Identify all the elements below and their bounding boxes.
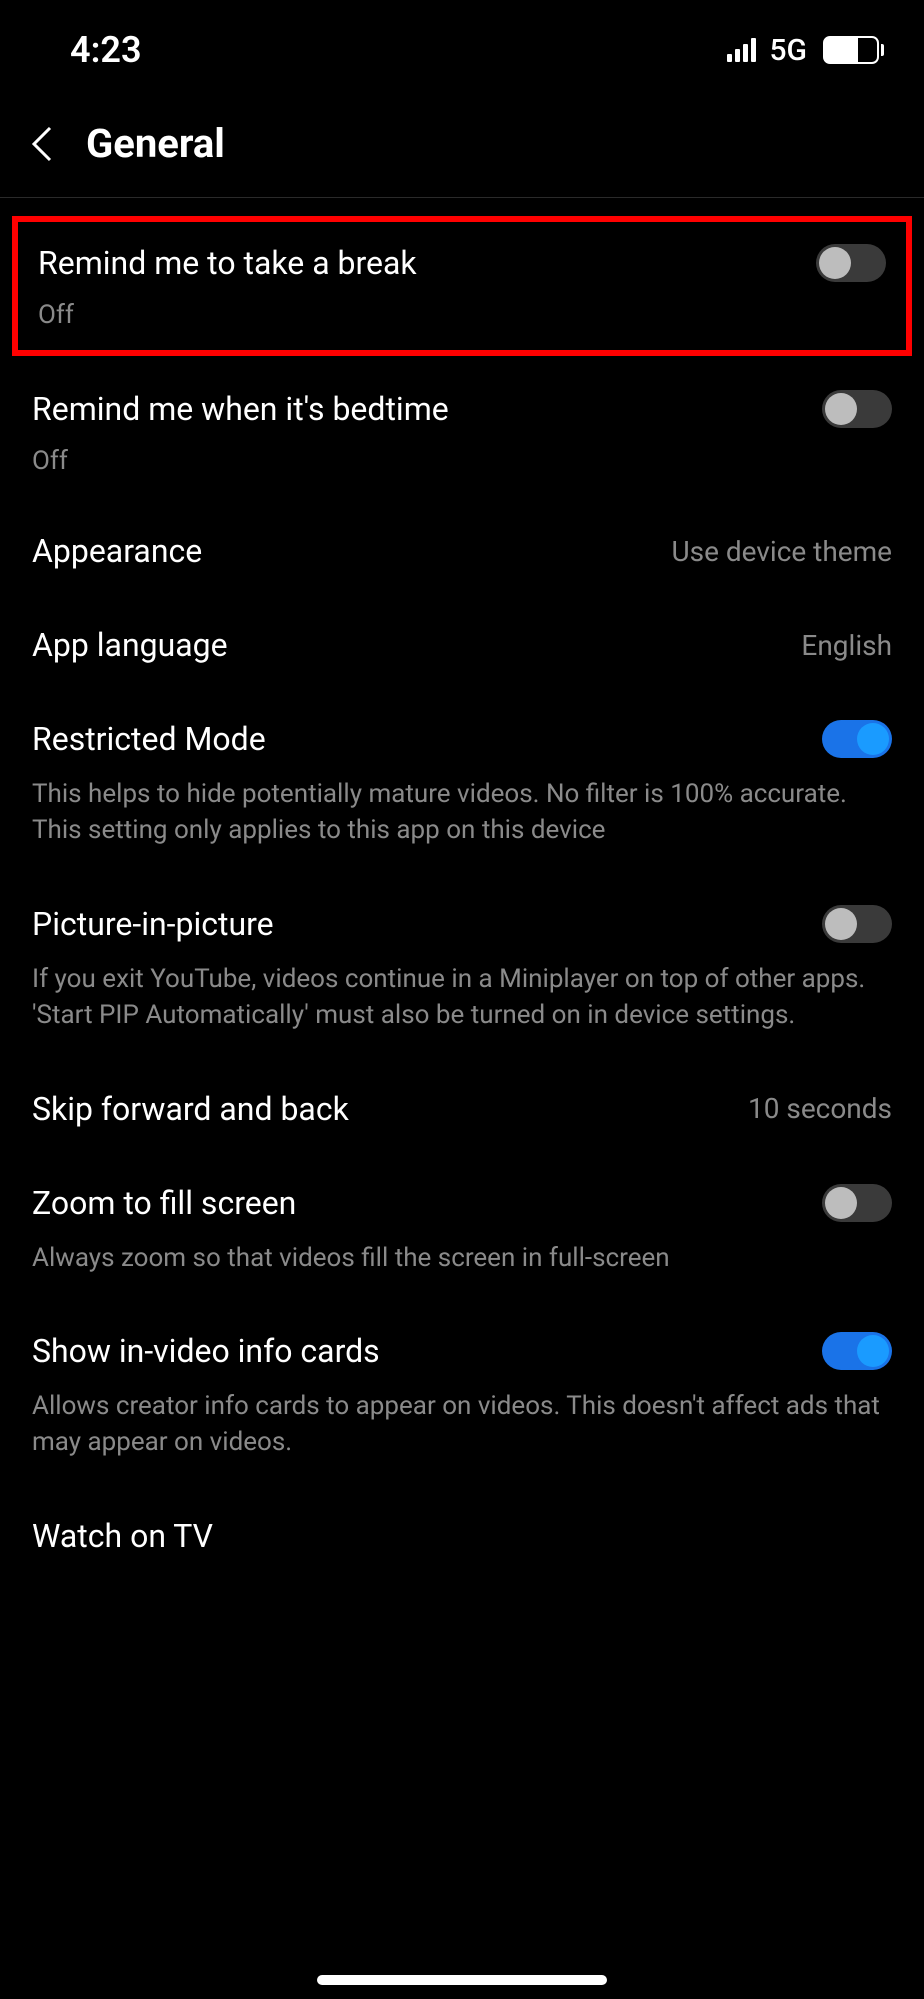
setting-watchtv[interactable]: Watch on TV xyxy=(0,1489,924,1583)
toggle-pip[interactable] xyxy=(822,905,892,943)
toggle-restricted[interactable] xyxy=(822,720,892,758)
status-time: 4:23 xyxy=(70,29,142,71)
toggle-zoom[interactable] xyxy=(822,1184,892,1222)
setting-zoom[interactable]: Zoom to fill screen Always zoom so that … xyxy=(0,1156,924,1304)
battery-percentage: 63 xyxy=(840,38,863,62)
setting-bedtime-title: Remind me when it's bedtime xyxy=(32,390,449,428)
setting-skip-title: Skip forward and back xyxy=(32,1090,349,1128)
setting-appearance-value: Use device theme xyxy=(671,535,892,568)
setting-zoom-title: Zoom to fill screen xyxy=(32,1184,296,1222)
setting-infocards[interactable]: Show in-video info cards Allows creator … xyxy=(0,1304,924,1489)
toggle-bedtime[interactable] xyxy=(822,390,892,428)
setting-appearance[interactable]: Appearance Use device theme xyxy=(0,504,924,598)
network-type: 5G xyxy=(770,33,808,68)
setting-break-title: Remind me to take a break xyxy=(38,244,417,282)
setting-infocards-title: Show in-video info cards xyxy=(32,1332,380,1370)
status-bar: 4:23 5G 63 xyxy=(0,0,924,90)
setting-pip-title: Picture-in-picture xyxy=(32,905,274,943)
setting-bedtime[interactable]: Remind me when it's bedtime Off xyxy=(0,362,924,504)
setting-appearance-title: Appearance xyxy=(32,532,202,570)
toggle-break[interactable] xyxy=(816,244,886,282)
nav-header: General xyxy=(0,90,924,198)
setting-pip-desc: If you exit YouTube, videos continue in … xyxy=(32,961,892,1034)
setting-break-sub: Off xyxy=(38,300,886,330)
setting-language-value: English xyxy=(801,629,892,662)
cellular-signal-icon xyxy=(727,38,756,62)
setting-watchtv-title: Watch on TV xyxy=(32,1517,213,1555)
toggle-infocards[interactable] xyxy=(822,1332,892,1370)
battery-icon: 63 xyxy=(823,36,884,64)
setting-break[interactable]: Remind me to take a break xyxy=(38,244,886,282)
setting-break-highlight: Remind me to take a break Off xyxy=(12,216,912,356)
status-indicators: 5G 63 xyxy=(727,33,885,68)
setting-language[interactable]: App language English xyxy=(0,598,924,692)
home-indicator[interactable] xyxy=(317,1975,607,1985)
settings-list: Remind me to take a break Off Remind me … xyxy=(0,216,924,1583)
setting-zoom-desc: Always zoom so that videos fill the scre… xyxy=(32,1240,892,1276)
setting-bedtime-sub: Off xyxy=(32,446,892,476)
setting-skip[interactable]: Skip forward and back 10 seconds xyxy=(0,1062,924,1156)
page-title: General xyxy=(86,120,225,167)
setting-restricted[interactable]: Restricted Mode This helps to hide poten… xyxy=(0,692,924,877)
setting-infocards-desc: Allows creator info cards to appear on v… xyxy=(32,1388,892,1461)
back-icon[interactable] xyxy=(30,124,54,164)
setting-restricted-title: Restricted Mode xyxy=(32,720,266,758)
setting-restricted-desc: This helps to hide potentially mature vi… xyxy=(32,776,892,849)
setting-skip-value: 10 seconds xyxy=(748,1092,892,1125)
setting-pip[interactable]: Picture-in-picture If you exit YouTube, … xyxy=(0,877,924,1062)
setting-language-title: App language xyxy=(32,626,228,664)
